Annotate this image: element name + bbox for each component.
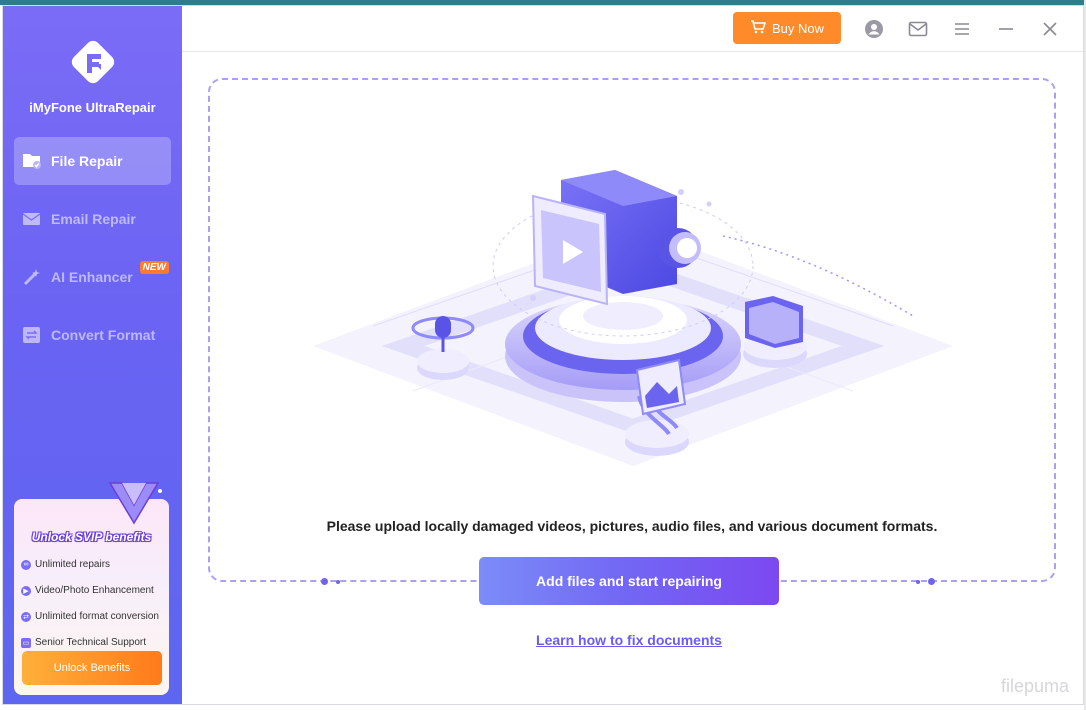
ultrarepair-logo-icon [65,34,121,90]
sidebar-item-label: File Repair [51,153,123,169]
app-logo: iMyFone UltraRepair [3,34,182,115]
video-icon: ▶ [21,585,31,596]
sidebar-item-email-repair[interactable]: Email Repair [14,195,171,243]
benefit-item: ∞ Unlimited repairs [21,559,110,570]
benefit-item: ⇄ Unlimited format conversion [21,611,159,622]
buy-now-button[interactable]: Buy Now [733,12,841,44]
benefit-label: Video/Photo Enhancement [35,585,154,596]
header-bar: Buy Now [182,6,1083,52]
support-icon: ▭ [21,637,31,648]
decor-dots-left [321,577,351,587]
sidebar-item-label: Convert Format [51,327,156,343]
file-repair-icon [22,152,42,170]
benefit-label: Unlimited format conversion [35,611,159,622]
sidebar-item-label: Email Repair [51,211,136,227]
email-repair-icon [22,210,42,228]
unlock-benefits-button[interactable]: Unlock Benefits [22,651,162,685]
app-name: iMyFone UltraRepair [29,100,156,115]
ai-enhancer-icon [22,268,42,286]
benefit-label: Unlimited repairs [35,559,111,570]
sidebar: iMyFone UltraRepair File Repair Email Re… [3,6,182,704]
minimize-icon[interactable] [995,18,1017,40]
decor-dots-right [916,577,946,587]
benefit-item: ▭ Senior Technical Support [21,637,146,648]
add-files-button[interactable]: Add files and start repairing [479,557,779,605]
account-icon[interactable] [863,18,885,40]
convert-icon: ⇄ [21,611,31,622]
benefit-item: ▶ Video/Photo Enhancement [21,585,154,596]
cart-icon [750,19,767,37]
sidebar-item-file-repair[interactable]: File Repair [14,137,171,185]
sidebar-nav: File Repair Email Repair AI Enhancer NEW [14,137,171,369]
unlimited-icon: ∞ [21,559,31,570]
close-icon[interactable] [1039,18,1061,40]
upload-instructions: Please upload locally damaged videos, pi… [326,518,938,534]
app-window: iMyFone UltraRepair File Repair Email Re… [2,5,1084,705]
convert-format-icon [22,326,42,344]
menu-icon[interactable] [951,18,973,40]
repair-illustration [313,170,953,466]
buy-now-label: Buy Now [771,20,825,36]
diamond-v-icon [108,482,162,525]
promo-title: Unlock SVIP benefits [31,530,152,544]
learn-how-link[interactable]: Learn how to fix documents [479,632,779,648]
benefit-label: Senior Technical Support [35,637,146,648]
sidebar-item-label: AI Enhancer [51,269,133,285]
new-badge: NEW [139,261,169,274]
svip-promo-card: Unlock SVIP benefits ∞ Unlimited repairs… [14,482,169,695]
mail-icon[interactable] [907,18,929,40]
sidebar-item-ai-enhancer[interactable]: AI Enhancer NEW [14,253,171,301]
sidebar-item-convert-format[interactable]: Convert Format [14,311,171,359]
watermark: filepuma [1001,676,1070,696]
